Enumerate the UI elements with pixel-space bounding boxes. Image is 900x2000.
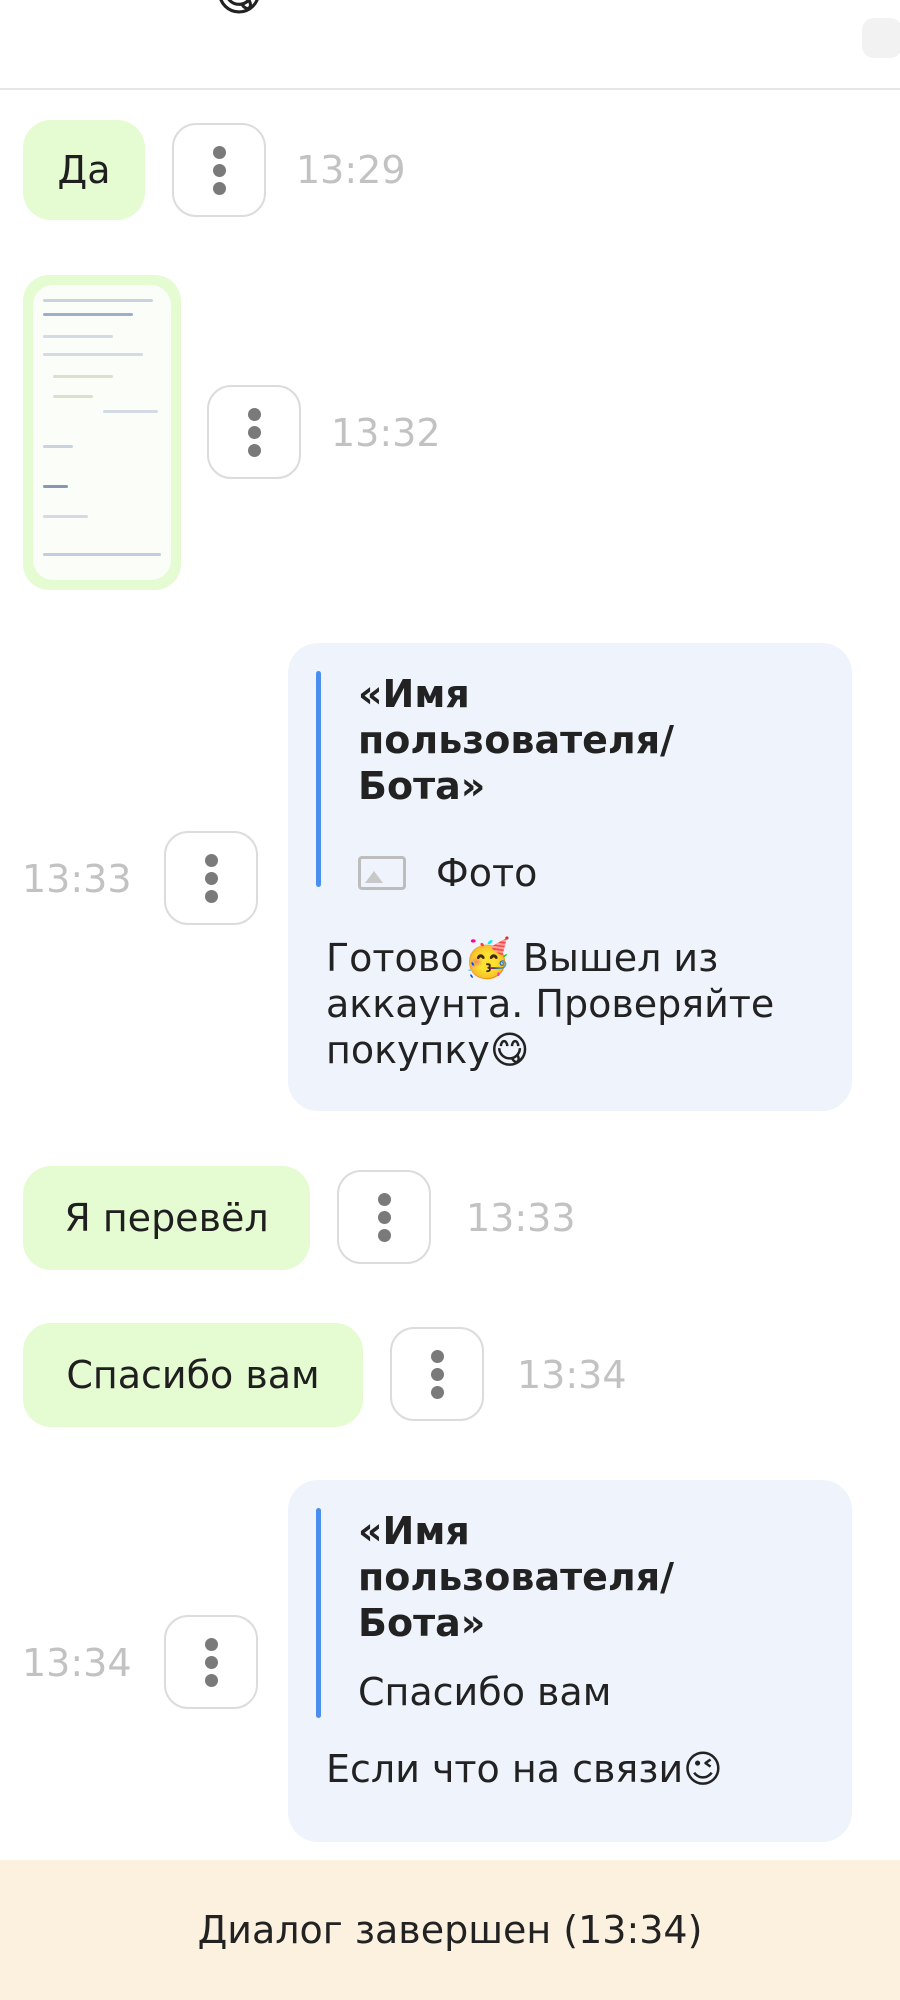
dot (204, 1673, 218, 1687)
message-text: Если что на связи😉 (326, 1747, 723, 1791)
thumbnail-line (43, 445, 73, 448)
thumbnail-line (43, 313, 133, 316)
message-time: 13:29 (296, 148, 406, 192)
quote-author: «Имя пользователя/ Бота» (358, 1509, 675, 1645)
dialog-status-text: Диалог завершен (13:34) (197, 1908, 703, 1952)
image-icon (358, 856, 406, 890)
header-action-button[interactable] (862, 18, 900, 58)
quote-bar (316, 671, 321, 887)
message-bubble[interactable]: Да (23, 120, 145, 220)
photo-thumbnail[interactable] (33, 285, 171, 580)
thumbnail-line (43, 515, 88, 518)
message-time: 13:33 (22, 857, 132, 901)
dot (430, 1385, 444, 1399)
message-text: Да (57, 148, 111, 192)
thumbnail-line (53, 375, 113, 378)
message-time: 13:32 (331, 411, 441, 455)
more-vertical-icon (430, 1349, 444, 1363)
dot (247, 443, 261, 457)
quote-author: «Имя пользователя/ Бота» (358, 672, 675, 808)
message-menu-button[interactable] (164, 831, 258, 925)
more-vertical-icon (247, 407, 261, 421)
message-text: Я перевёл (64, 1196, 269, 1240)
message-text: Спасибо вам (66, 1353, 320, 1397)
dot (430, 1367, 444, 1381)
more-vertical-icon (377, 1192, 391, 1206)
dialog-status-banner: Диалог завершен (13:34) (0, 1860, 900, 2000)
dot (212, 181, 226, 195)
message-bubble[interactable]: Спасибо вам (23, 1323, 363, 1427)
thumbnail-line (43, 553, 161, 556)
message-bubble[interactable]: Я перевёл (23, 1166, 310, 1270)
photo-message[interactable] (23, 275, 181, 590)
thumbnail-line (43, 485, 68, 488)
dot (204, 871, 218, 885)
chat-header: 😋 (0, 0, 900, 90)
message-menu-button[interactable] (207, 385, 301, 479)
thumbnail-line (53, 395, 93, 398)
dot (377, 1210, 391, 1224)
message-menu-button[interactable] (172, 123, 266, 217)
more-vertical-icon (204, 853, 218, 867)
header-emoji: 😋 (214, 0, 264, 18)
message-text: Готово🥳 Вышел из аккаунта. Проверяйте по… (326, 936, 775, 1072)
message-menu-button[interactable] (164, 1615, 258, 1709)
dot (204, 889, 218, 903)
thumbnail-line (103, 410, 158, 413)
more-vertical-icon (212, 145, 226, 159)
dot (204, 1655, 218, 1669)
message-bubble[interactable]: «Имя пользователя/ Бота» Фото Готово🥳 Вы… (288, 643, 852, 1111)
dot (377, 1228, 391, 1242)
thumbnail-line (43, 353, 143, 356)
more-vertical-icon (204, 1637, 218, 1651)
message-time: 13:33 (466, 1196, 576, 1240)
quote-bar (316, 1508, 321, 1718)
dot (212, 163, 226, 177)
quote-text: Фото (436, 851, 538, 895)
image-icon-mountain (365, 871, 383, 883)
message-menu-button[interactable] (390, 1327, 484, 1421)
thumbnail-line (43, 299, 153, 302)
message-time: 13:34 (517, 1353, 627, 1397)
message-bubble[interactable]: «Имя пользователя/ Бота» Спасибо вам Есл… (288, 1480, 852, 1842)
message-time: 13:34 (22, 1641, 132, 1685)
message-menu-button[interactable] (337, 1170, 431, 1264)
quote-text: Спасибо вам (358, 1670, 612, 1714)
dot (247, 425, 261, 439)
thumbnail-line (43, 335, 113, 338)
